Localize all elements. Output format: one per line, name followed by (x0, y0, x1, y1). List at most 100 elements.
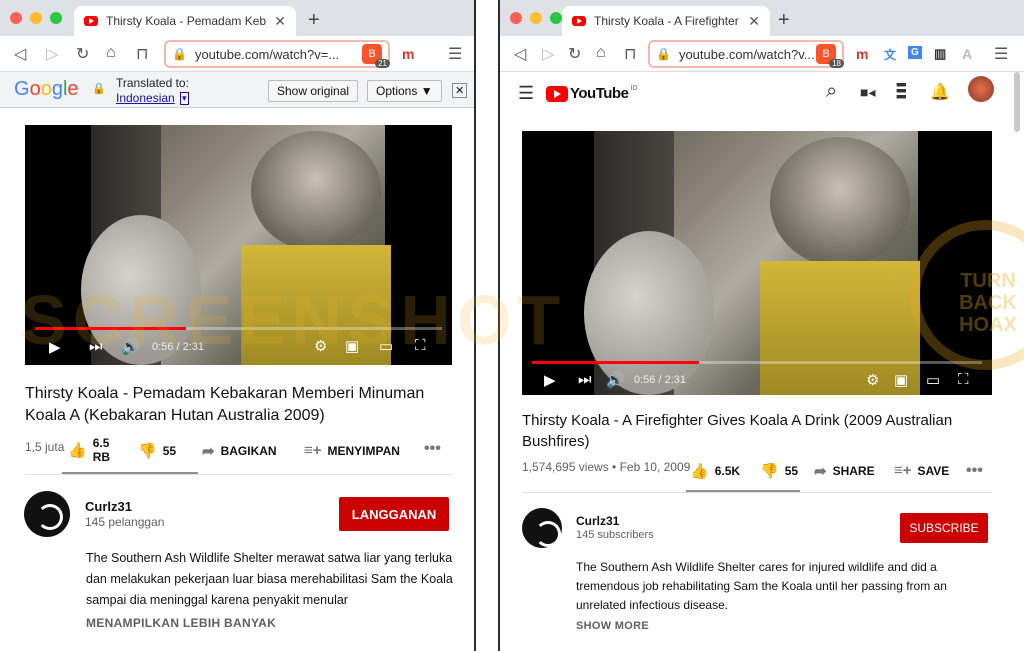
channel-avatar[interactable] (522, 508, 562, 548)
volume-icon[interactable]: 🔊 (121, 338, 140, 356)
close-tab-icon[interactable]: ✕ (748, 13, 760, 30)
browser-menu-icon[interactable]: ☰ (448, 44, 462, 64)
subscribe-button[interactable]: LANGGANAN (339, 497, 449, 531)
play-icon[interactable]: ▶ (49, 338, 61, 356)
reload-icon[interactable]: ↻ (76, 44, 89, 64)
play-icon[interactable]: ▶ (544, 371, 556, 389)
video-koala (584, 231, 714, 395)
font-extension-icon[interactable]: A (962, 46, 972, 62)
minimize-window-button[interactable] (530, 12, 542, 24)
next-icon[interactable]: ⏭ (578, 371, 592, 388)
brave-shield-icon[interactable]: B 21 (362, 44, 390, 68)
show-more-button[interactable]: SHOW MORE (576, 620, 649, 632)
thumbs-down-icon: 👎 (138, 443, 157, 460)
dislike-count: 55 (162, 444, 177, 458)
divider (25, 474, 452, 475)
show-more-button[interactable]: MENAMPILKAN LEBIH BANYAK (86, 616, 276, 630)
forward-icon[interactable]: ▷ (46, 44, 58, 64)
close-translate-bar-icon[interactable]: ✕ (452, 83, 468, 98)
close-window-button[interactable] (510, 12, 522, 24)
maximize-window-button[interactable] (550, 12, 562, 24)
language-select[interactable]: Indonesian (116, 91, 175, 105)
settings-gear-icon[interactable]: ⚙ (866, 371, 879, 389)
subscribe-button[interactable]: SUBSCRIBE (900, 513, 988, 543)
settings-gear-icon[interactable]: ⚙ (314, 337, 327, 355)
fullscreen-icon[interactable]: ⛶ (958, 371, 969, 388)
new-tab-button[interactable]: + (778, 9, 790, 32)
save-button[interactable]: ≡+ SAVE (894, 462, 949, 479)
miniplayer-icon[interactable]: ▣ (345, 337, 359, 355)
video-progress-bar[interactable] (35, 327, 442, 330)
video-firefighter-head (770, 137, 910, 267)
channel-name[interactable]: Curlz31 (85, 499, 132, 514)
theater-mode-icon[interactable]: ▭ (926, 371, 940, 389)
share-arrow-icon: ➦ (814, 463, 827, 480)
video-player[interactable]: ▶ ⏭ 🔊 0:56 / 2:31 ⚙ ▣ ▭ ⛶ (522, 131, 992, 395)
dislike-button[interactable]: 👎 55 (138, 442, 176, 460)
bookmark-icon[interactable]: ⊓ (624, 44, 636, 64)
tab-title: Thirsty Koala - Pemadam Kebakar (106, 14, 267, 28)
miniplayer-icon[interactable]: ▣ (894, 371, 908, 389)
language-dropdown-icon[interactable]: ▾ (180, 92, 189, 105)
channel-name[interactable]: Curlz31 (576, 514, 619, 528)
video-progress-bar[interactable] (532, 361, 982, 364)
youtube-favicon-icon (572, 16, 586, 26)
translate-extension-icon[interactable]: 文 (884, 46, 896, 63)
extension-m-icon[interactable]: m (402, 46, 414, 62)
browser-tab[interactable]: Thirsty Koala - A Firefighter Gives ✕ (562, 6, 770, 36)
back-icon[interactable]: ◁ (14, 44, 26, 64)
video-description: The Southern Ash Wildlife Shelter cares … (576, 560, 947, 612)
volume-icon[interactable]: 🔊 (606, 371, 625, 389)
save-label: SAVE (917, 463, 950, 478)
more-actions-icon[interactable]: ••• (966, 462, 983, 480)
left-browser-window: Thirsty Koala - Pemadam Kebakar ✕ + ◁ ▷ … (0, 0, 476, 651)
show-original-button[interactable]: Show original (268, 80, 359, 102)
bookmark-icon[interactable]: ⊓ (136, 44, 148, 64)
thumbs-up-icon: 👍 (690, 463, 709, 480)
translate-options-button[interactable]: Options ▼ (367, 80, 442, 102)
minimize-window-button[interactable] (30, 12, 42, 24)
video-player[interactable]: ▶ ⏭ 🔊 0:56 / 2:31 ⚙ ▣ ▭ ⛶ (25, 125, 452, 365)
user-avatar[interactable] (968, 76, 994, 102)
google-extension-icon[interactable]: G (908, 46, 922, 59)
youtube-logo[interactable]: YouTube ID (546, 85, 637, 102)
brave-shield-icon[interactable]: B 18 (816, 44, 844, 68)
home-icon[interactable]: ⌂ (596, 44, 606, 62)
close-window-button[interactable] (10, 12, 22, 24)
next-icon[interactable]: ⏭ (89, 338, 103, 355)
more-actions-icon[interactable]: ••• (424, 440, 441, 458)
notifications-bell-icon[interactable]: 🔔 (930, 82, 950, 102)
create-video-icon[interactable]: ■◂ (860, 84, 875, 101)
forward-icon[interactable]: ▷ (542, 44, 554, 64)
archive-extension-icon[interactable]: ▥ (934, 46, 946, 62)
theater-mode-icon[interactable]: ▭ (379, 337, 393, 355)
like-button[interactable]: 👍 6.5 RB (68, 436, 119, 464)
share-button[interactable]: ➦ SHARE (814, 462, 875, 480)
dislike-count: 55 (784, 464, 799, 478)
fullscreen-icon[interactable]: ⛶ (415, 337, 426, 354)
search-icon[interactable]: ⌕ (826, 80, 837, 103)
share-button[interactable]: ➦ BAGIKAN (202, 442, 277, 460)
hamburger-menu-icon[interactable]: ☰ (518, 83, 534, 104)
address-bar[interactable]: 🔒 youtube.com/watch?v... B 18 (648, 40, 844, 68)
dislike-button[interactable]: 👎 55 (760, 462, 798, 480)
like-button[interactable]: 👍 6.5K (690, 462, 740, 480)
brave-count-badge: 18 (829, 59, 844, 68)
back-icon[interactable]: ◁ (514, 44, 526, 64)
address-bar[interactable]: 🔒 youtube.com/watch?v=... B 21 (164, 40, 390, 68)
youtube-wordmark: YouTube (570, 85, 629, 102)
channel-avatar[interactable] (24, 491, 70, 537)
browser-tab[interactable]: Thirsty Koala - Pemadam Kebakar ✕ (74, 6, 296, 36)
new-tab-button[interactable]: + (308, 9, 320, 32)
reload-icon[interactable]: ↻ (568, 44, 581, 64)
page-scrollbar[interactable] (1014, 72, 1020, 132)
video-progress-played (35, 327, 186, 330)
close-tab-icon[interactable]: ✕ (274, 13, 286, 30)
save-button[interactable]: ≡+ MENYIMPAN (304, 442, 400, 459)
extension-m-icon[interactable]: m (856, 46, 868, 62)
maximize-window-button[interactable] (50, 12, 62, 24)
apps-grid-icon[interactable]: ▪▪▪ ▪▪▪ ▪▪▪ (896, 77, 907, 103)
home-icon[interactable]: ⌂ (106, 44, 116, 62)
browser-menu-icon[interactable]: ☰ (994, 44, 1008, 64)
video-time: 0:56 / 2:31 (152, 341, 204, 353)
